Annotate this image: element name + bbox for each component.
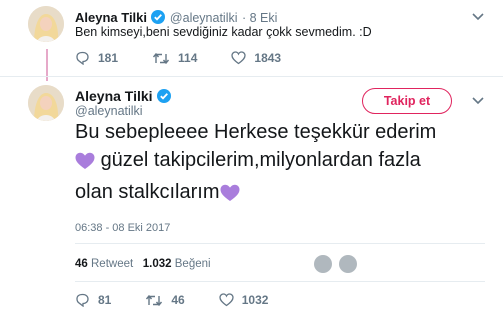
tweet-stats: 46 Retweet 1.032 Beğeni: [75, 258, 211, 270]
like-icon: [231, 51, 247, 65]
purple-heart-icon: [220, 182, 240, 210]
purple-heart-icon: [75, 150, 95, 178]
follow-button[interactable]: Takip et: [362, 88, 452, 114]
tweet-timestamp[interactable]: 06:38 - 08 Eki 2017: [75, 222, 170, 234]
avatar[interactable]: [339, 255, 357, 273]
retweet-button[interactable]: 114: [152, 51, 197, 65]
reply-button[interactable]: 181: [75, 51, 118, 65]
like-count: 1843: [254, 51, 282, 65]
reply-button[interactable]: 81: [75, 293, 111, 307]
tweet-author-handle[interactable]: @aleynatilki: [75, 104, 143, 118]
chevron-down-icon[interactable]: [472, 97, 484, 105]
parent-avatar[interactable]: [28, 6, 64, 42]
divider: [75, 281, 485, 282]
divider: [75, 243, 485, 244]
divider: [0, 76, 503, 77]
parent-author-handle[interactable]: @aleynatilki: [170, 11, 238, 25]
parent-time[interactable]: · 8 Eki: [242, 11, 277, 25]
chevron-down-icon[interactable]: [472, 13, 484, 21]
like-count: 1032: [241, 293, 269, 307]
retweet-button[interactable]: 46: [145, 293, 185, 307]
tweet-text-line-1: Bu sebepleeee Herkese teşekkür ederim: [75, 121, 437, 143]
tweet-avatar[interactable]: [28, 85, 64, 121]
reply-count: 181: [98, 51, 119, 65]
reply-count: 81: [98, 293, 112, 307]
like-stat-count[interactable]: 1.032: [143, 258, 172, 270]
tweet-text-line-2: güzel takipcilerim,milyonlardan fazla: [100, 149, 421, 171]
like-button[interactable]: 1032: [219, 293, 269, 307]
retweet-stat-label[interactable]: Retweet: [91, 258, 133, 270]
tweet-text: Bu sebepleeee Herkese teşekkür ederim gü…: [75, 118, 485, 210]
tweet-text-line-3: olan stalkcılarım: [75, 181, 220, 203]
reply-icon: [76, 51, 89, 65]
avatar[interactable]: [314, 255, 332, 273]
like-stat-label[interactable]: Beğeni: [175, 258, 211, 270]
parent-tweet[interactable]: Aleyna Tilki @aleynatilki · 8 Eki Ben ki…: [0, 0, 503, 76]
like-button[interactable]: 1843: [231, 51, 281, 65]
retweet-count: 114: [178, 51, 198, 65]
retweet-stat-count[interactable]: 46: [75, 258, 88, 270]
parent-author-name[interactable]: Aleyna Tilki: [75, 10, 147, 25]
retweet-icon: [152, 52, 170, 64]
verified-icon: [157, 89, 172, 108]
reply-icon: [76, 293, 89, 307]
parent-tweet-text: Ben kimseyi,beni sevdiğiniz kadar çokk s…: [75, 25, 372, 39]
retweet-count: 46: [171, 293, 185, 307]
tweet-author-name[interactable]: Aleyna Tilki: [75, 88, 153, 104]
like-icon: [219, 293, 234, 307]
retweet-icon: [146, 294, 163, 306]
